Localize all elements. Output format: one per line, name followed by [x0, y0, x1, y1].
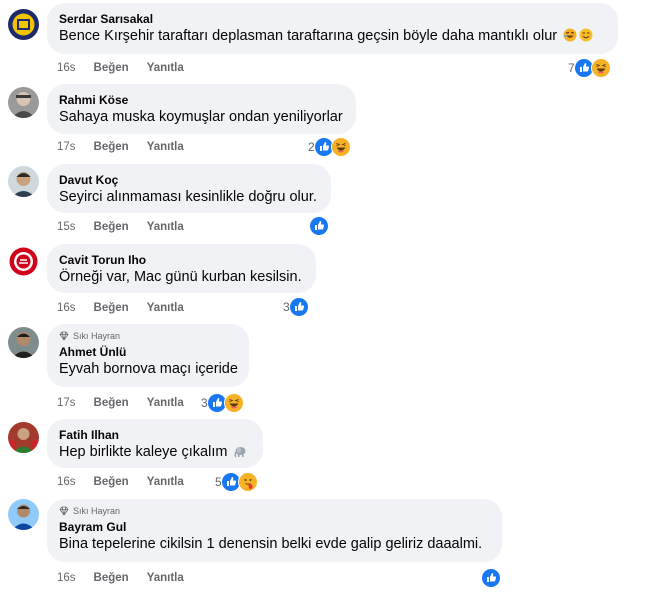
- comment-text-body: Bence Kırşehir taraftarı deplasman taraf…: [59, 28, 558, 44]
- like-button[interactable]: Beğen: [94, 476, 129, 488]
- comment-text: Bence Kırşehir taraftarı deplasman taraf…: [59, 27, 606, 46]
- comment-timestamp[interactable]: 17s: [57, 397, 76, 409]
- smiling-emoji: [579, 28, 593, 42]
- comment-author[interactable]: Ahmet Ünlü: [59, 344, 237, 360]
- comment-bubble: Sıkı Hayran Ahmet Ünlü Eyvah bornova maç…: [47, 324, 249, 387]
- care-reaction-icon: [237, 472, 258, 492]
- haha-reaction-icon: [590, 58, 611, 78]
- comment-meta: 17s Beğen Yanıtla: [57, 395, 202, 411]
- like-button[interactable]: Beğen: [94, 302, 129, 314]
- like-button[interactable]: Beğen: [94, 572, 129, 584]
- like-reaction-icon: [481, 568, 501, 588]
- comment-timestamp[interactable]: 15s: [57, 221, 76, 233]
- reaction-summary[interactable]: [481, 568, 501, 588]
- comment-text: Seyirci alınmaması kesinlikle doğru olur…: [59, 189, 317, 205]
- avatar[interactable]: [8, 246, 39, 277]
- comment-author[interactable]: Cavit Torun Iho: [59, 252, 304, 268]
- comment-meta: 16s Beğen Yanıtla: [57, 474, 202, 490]
- reply-button[interactable]: Yanıtla: [147, 141, 184, 153]
- like-reaction-icon: [309, 216, 329, 236]
- diamond-icon: [59, 331, 69, 341]
- reply-button[interactable]: Yanıtla: [147, 397, 184, 409]
- top-fan-badge: Sıkı Hayran: [59, 330, 237, 342]
- comment-meta: 16s Beğen Yanıtla: [57, 570, 202, 586]
- comment-timestamp[interactable]: 17s: [57, 141, 76, 153]
- comment-author[interactable]: Serdar Sarısakal: [59, 11, 606, 27]
- comment-item: Sıkı Hayran Ahmet Ünlü Eyvah bornova maç…: [0, 320, 657, 413]
- comment-meta: 16s Beğen Yanıtla: [57, 60, 202, 76]
- comment-item: Rahmi Köse Sahaya muska koymuşlar ondan …: [0, 80, 657, 160]
- comment-bubble: Cavit Torun Iho Örneği var, Mac günü kur…: [47, 244, 316, 293]
- haha-reaction-icon: [330, 137, 351, 157]
- comment-bubble: Davut Koç Seyirci alınmaması kesinlikle …: [47, 164, 331, 213]
- haha-reaction-icon: [223, 393, 244, 413]
- comment-item: Cavit Torun Iho Örneği var, Mac günü kur…: [0, 240, 657, 320]
- comment-item: Sıkı Hayran Bayram Gul Bina tepelerine c…: [0, 495, 657, 588]
- reply-button[interactable]: Yanıtla: [147, 302, 184, 314]
- top-fan-label: Sıkı Hayran: [73, 331, 121, 341]
- reaction-summary[interactable]: 2: [308, 137, 351, 157]
- avatar[interactable]: [8, 166, 39, 197]
- reaction-summary[interactable]: 3: [201, 393, 244, 413]
- comment-timestamp[interactable]: 16s: [57, 476, 76, 488]
- avatar[interactable]: [8, 327, 39, 358]
- comment-timestamp[interactable]: 16s: [57, 572, 76, 584]
- comment-bubble: Fatih Ilhan Hep birlikte kaleye çıkalım: [47, 419, 263, 468]
- comment-timestamp[interactable]: 16s: [57, 62, 76, 74]
- comment-bubble: Serdar Sarısakal Bence Kırşehir taraftar…: [47, 3, 618, 54]
- comment-bubble: Rahmi Köse Sahaya muska koymuşlar ondan …: [47, 84, 356, 134]
- diamond-icon: [59, 506, 69, 516]
- comment-text: Eyvah bornova maçı içeride: [59, 361, 238, 377]
- comment-text: Hep birlikte kaleye çıkalım: [59, 443, 251, 462]
- avatar[interactable]: [8, 422, 39, 453]
- rolling-laughing-emoji: [563, 28, 577, 42]
- comment-timestamp[interactable]: 16s: [57, 302, 76, 314]
- reaction-summary[interactable]: 5: [215, 472, 258, 492]
- like-button[interactable]: Beğen: [94, 221, 129, 233]
- avatar[interactable]: [8, 9, 39, 40]
- reply-button[interactable]: Yanıtla: [147, 476, 184, 488]
- comment-meta: 16s Beğen Yanıtla: [57, 300, 202, 316]
- comment-author[interactable]: Bayram Gul: [59, 519, 490, 535]
- avatar[interactable]: [8, 499, 39, 530]
- like-reaction-icon: [288, 297, 309, 317]
- like-button[interactable]: Beğen: [94, 141, 129, 153]
- reply-button[interactable]: Yanıtla: [147, 572, 184, 584]
- comment-text: Sahaya muska koymuşlar ondan yeniliyorla…: [59, 109, 343, 125]
- comment-bubble: Sıkı Hayran Bayram Gul Bina tepelerine c…: [47, 499, 502, 562]
- comment-text-body: Hep birlikte kaleye çıkalım: [59, 444, 228, 460]
- top-fan-label: Sıkı Hayran: [73, 506, 121, 516]
- comment-text: Örneği var, Mac günü kurban kesilsin.: [59, 269, 302, 285]
- reply-button[interactable]: Yanıtla: [147, 221, 184, 233]
- comment-author[interactable]: Davut Koç: [59, 172, 319, 188]
- top-fan-badge: Sıkı Hayran: [59, 505, 490, 517]
- comment-meta: 15s Beğen Yanıtla: [57, 219, 202, 235]
- avatar[interactable]: [8, 87, 39, 118]
- comment-author[interactable]: Rahmi Köse: [59, 92, 344, 108]
- comment-item: Davut Koç Seyirci alınmaması kesinlikle …: [0, 160, 657, 240]
- reaction-summary[interactable]: [309, 216, 329, 236]
- elephant-emoji: [233, 444, 247, 458]
- comment-text: Bina tepelerine cikilsin 1 denensin belk…: [59, 536, 483, 552]
- comment-author[interactable]: Fatih Ilhan: [59, 427, 251, 443]
- like-button[interactable]: Beğen: [94, 62, 129, 74]
- reaction-summary[interactable]: 7: [568, 58, 611, 78]
- comment-meta: 17s Beğen Yanıtla: [57, 139, 202, 155]
- comment-item: Serdar Sarısakal Bence Kırşehir taraftar…: [0, 0, 657, 80]
- like-button[interactable]: Beğen: [94, 397, 129, 409]
- reaction-summary[interactable]: 3: [283, 297, 309, 317]
- comment-item: Fatih Ilhan Hep birlikte kaleye çıkalım …: [0, 415, 657, 495]
- reply-button[interactable]: Yanıtla: [147, 62, 184, 74]
